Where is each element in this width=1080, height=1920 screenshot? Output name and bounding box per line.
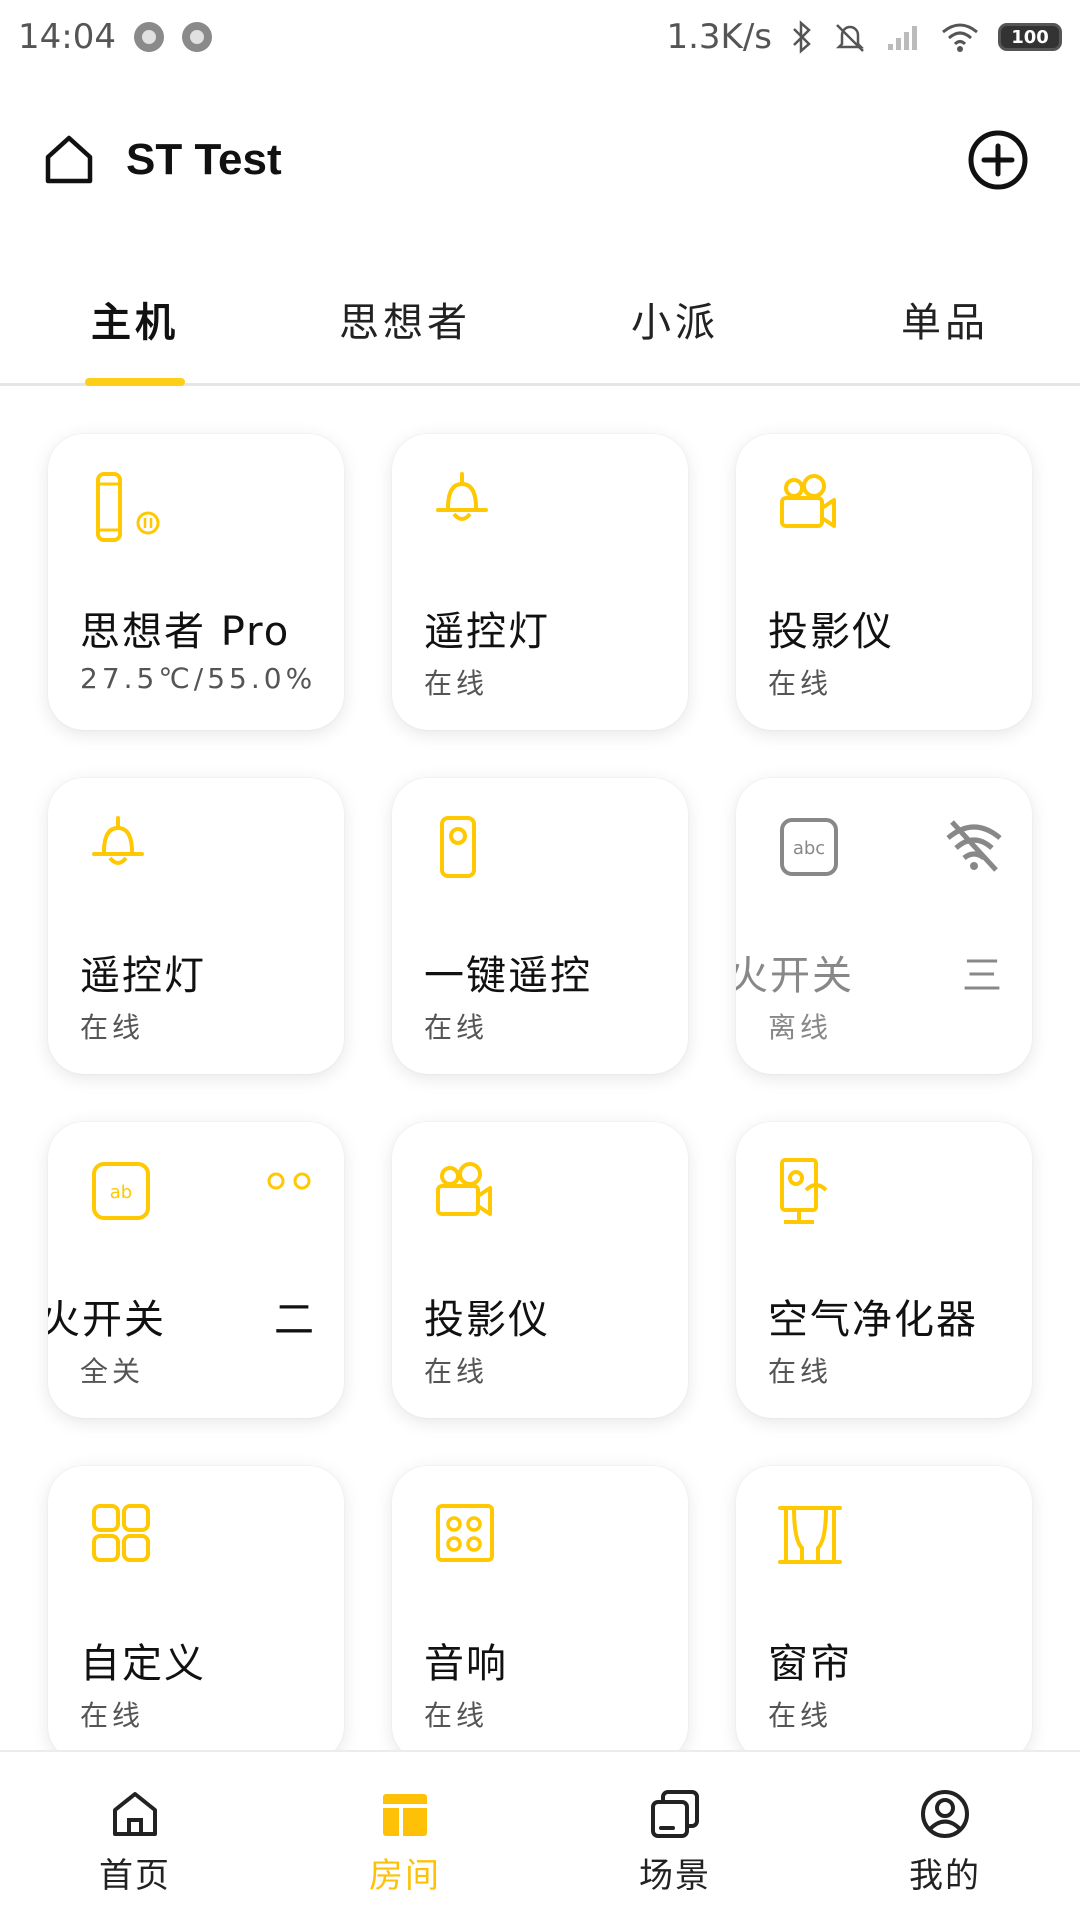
nav-label: 房间 bbox=[369, 1856, 441, 1896]
device-name: 遥控灯 bbox=[80, 953, 206, 999]
device-card[interactable]: 一键遥控 在线 bbox=[392, 778, 688, 1074]
wifi-icon bbox=[942, 23, 978, 52]
device-name: 思想者 Pro bbox=[80, 609, 291, 655]
nav-profile[interactable]: 我的 bbox=[810, 1752, 1080, 1920]
svg-text:ab: ab bbox=[110, 1182, 132, 1203]
battery-icon: 100 bbox=[998, 23, 1062, 51]
device-status: 在线 bbox=[424, 1699, 489, 1732]
device-name: 一键遥控 bbox=[424, 953, 592, 999]
lamp-icon bbox=[436, 472, 488, 521]
air-purifier-icon bbox=[780, 1158, 828, 1224]
device-name-suffix: 二 bbox=[274, 1297, 314, 1343]
network-speed: 1.3K/s bbox=[666, 17, 772, 57]
device-status: 在线 bbox=[768, 1355, 833, 1388]
device-status: 在线 bbox=[768, 1699, 833, 1732]
projector-icon bbox=[436, 1162, 492, 1216]
device-card[interactable]: abc 火开关 三 离线 bbox=[736, 778, 1032, 1074]
bottom-nav: 首页 房间 场景 我的 bbox=[0, 1750, 1080, 1920]
device-name-suffix: 三 bbox=[962, 953, 1002, 999]
lamp-icon bbox=[92, 816, 144, 865]
device-card[interactable]: ab 火开关 二 全关 bbox=[48, 1122, 344, 1418]
nav-label: 场景 bbox=[639, 1856, 711, 1896]
device-grid: 思想者 Pro 27.5℃/55.0% 遥控灯 在线 投影仪 在线 遥控灯 在线… bbox=[48, 434, 1032, 1762]
audio-icon bbox=[436, 1504, 494, 1562]
switch-ab-icon: ab bbox=[92, 1162, 150, 1220]
device-card[interactable]: 遥控灯 在线 bbox=[48, 778, 344, 1074]
device-card[interactable]: 音响 在线 bbox=[392, 1466, 688, 1762]
device-card[interactable]: 投影仪 在线 bbox=[736, 434, 1032, 730]
device-name: 窗帘 bbox=[768, 1641, 852, 1687]
device-name: 火开关 bbox=[48, 1297, 166, 1343]
nav-label: 首页 bbox=[99, 1856, 171, 1896]
tab-single[interactable]: 单品 bbox=[810, 270, 1080, 383]
scene-icon bbox=[651, 1790, 699, 1838]
device-status: 在线 bbox=[424, 667, 489, 700]
device-name: 自定义 bbox=[80, 1641, 206, 1687]
home-title[interactable]: ST Test bbox=[126, 135, 282, 185]
switch-abc-icon: abc bbox=[780, 818, 838, 876]
device-name: 投影仪 bbox=[424, 1297, 550, 1343]
nav-home[interactable]: 首页 bbox=[0, 1752, 270, 1920]
signal-icon bbox=[888, 26, 917, 50]
curtain-icon bbox=[778, 1506, 842, 1564]
custom-grid-icon bbox=[92, 1504, 150, 1562]
device-card[interactable]: 窗帘 在线 bbox=[736, 1466, 1032, 1762]
device-status: 在线 bbox=[80, 1011, 145, 1044]
device-name: 投影仪 bbox=[768, 609, 894, 655]
device-card[interactable]: 空气净化器 在线 bbox=[736, 1122, 1032, 1418]
app-header: ST Test bbox=[0, 110, 1080, 210]
device-status: 在线 bbox=[768, 667, 833, 700]
notification-icon bbox=[181, 22, 212, 52]
dual-dot-icon bbox=[267, 1172, 311, 1190]
home-outline-icon[interactable] bbox=[42, 133, 96, 187]
tab-thinker[interactable]: 思想者 bbox=[270, 270, 540, 383]
status-bar: 14:04 1.3K/s 100 bbox=[0, 0, 1080, 74]
device-status: 在线 bbox=[424, 1011, 489, 1044]
notification-icon bbox=[133, 22, 164, 52]
nav-label: 我的 bbox=[909, 1856, 981, 1896]
projector-icon bbox=[780, 474, 836, 528]
device-status: 在线 bbox=[80, 1699, 145, 1732]
device-card[interactable]: 自定义 在线 bbox=[48, 1466, 344, 1762]
device-card[interactable]: 思想者 Pro 27.5℃/55.0% bbox=[48, 434, 344, 730]
device-status: 在线 bbox=[424, 1355, 489, 1388]
device-card[interactable]: 遥控灯 在线 bbox=[392, 434, 688, 730]
speaker-icon bbox=[96, 472, 160, 542]
remote-icon bbox=[440, 816, 476, 878]
tab-host[interactable]: 主机 bbox=[0, 270, 270, 383]
svg-text:abc: abc bbox=[793, 838, 825, 859]
device-name: 遥控灯 bbox=[424, 609, 550, 655]
device-card[interactable]: 投影仪 在线 bbox=[392, 1122, 688, 1418]
status-time: 14:04 bbox=[18, 17, 116, 57]
wifi-off-icon bbox=[946, 820, 1002, 872]
profile-icon bbox=[921, 1790, 969, 1838]
device-name: 音响 bbox=[424, 1641, 508, 1687]
nav-scene[interactable]: 场景 bbox=[540, 1752, 810, 1920]
device-name: 火开关 bbox=[736, 953, 854, 999]
category-tabs: 主机 思想者 小派 单品 bbox=[0, 270, 1080, 386]
mute-bell-icon bbox=[835, 24, 865, 52]
device-status: 27.5℃/55.0% bbox=[80, 662, 317, 695]
device-name: 空气净化器 bbox=[768, 1297, 978, 1343]
home-icon bbox=[113, 1792, 157, 1836]
device-status: 全关 bbox=[80, 1355, 145, 1388]
room-icon bbox=[383, 1794, 427, 1836]
tab-xiaopai[interactable]: 小派 bbox=[540, 270, 810, 383]
device-status: 离线 bbox=[768, 1011, 833, 1044]
add-device-button[interactable] bbox=[966, 128, 1030, 192]
bluetooth-icon bbox=[793, 20, 811, 54]
nav-room[interactable]: 房间 bbox=[270, 1752, 540, 1920]
